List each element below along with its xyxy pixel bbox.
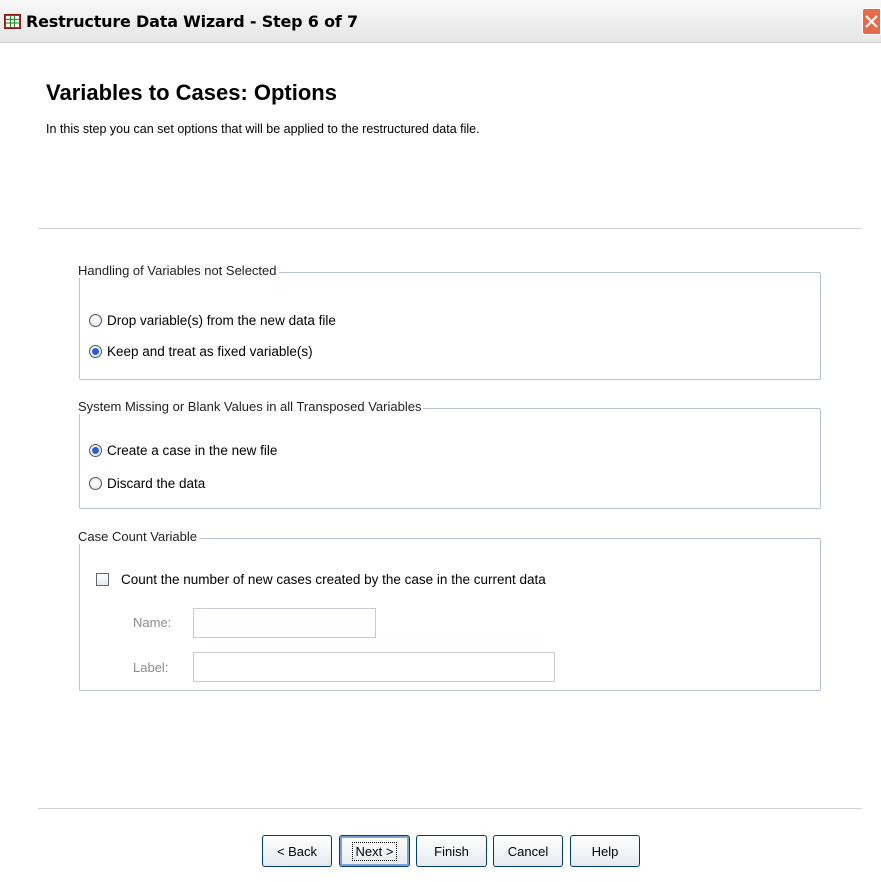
handling-group: Handling of Variables not Selected Drop … bbox=[76, 263, 821, 380]
handling-group-legend: Handling of Variables not Selected bbox=[76, 263, 279, 278]
page-title: Variables to Cases: Options bbox=[46, 80, 337, 105]
page-description: In this step you can set options that wi… bbox=[46, 122, 480, 136]
keep-fixed-radio[interactable]: Keep and treat as fixed variable(s) bbox=[89, 344, 313, 359]
label-field-label: Label: bbox=[133, 660, 169, 675]
drop-variables-label: Drop variable(s) from the new data file bbox=[107, 313, 336, 328]
grid-table-icon bbox=[4, 14, 21, 29]
window-title: Restructure Data Wizard - Step 6 of 7 bbox=[26, 12, 358, 31]
count-cases-checkbox[interactable] bbox=[96, 573, 109, 586]
name-input[interactable] bbox=[193, 608, 376, 638]
missing-values-group: System Missing or Blank Values in all Tr… bbox=[76, 399, 821, 509]
discard-data-radio[interactable]: Discard the data bbox=[89, 476, 205, 491]
next-button-label: Next > bbox=[351, 841, 398, 861]
cancel-button[interactable]: Cancel bbox=[493, 835, 563, 867]
help-button[interactable]: Help bbox=[570, 835, 640, 867]
missing-values-group-legend: System Missing or Blank Values in all Tr… bbox=[76, 399, 424, 414]
count-cases-checkbox-row[interactable]: Count the number of new cases created by… bbox=[96, 572, 546, 587]
wizard-window: Restructure Data Wizard - Step 6 of 7 Va… bbox=[0, 0, 881, 882]
radio-button-selected[interactable] bbox=[89, 444, 102, 457]
close-button[interactable] bbox=[862, 8, 881, 35]
count-cases-label: Count the number of new cases created by… bbox=[121, 572, 546, 587]
radio-button[interactable] bbox=[89, 477, 102, 490]
create-case-radio[interactable]: Create a case in the new file bbox=[89, 443, 277, 458]
radio-button[interactable] bbox=[89, 314, 102, 327]
bottom-divider bbox=[38, 808, 862, 809]
next-button[interactable]: Next > bbox=[339, 835, 410, 867]
name-field-label: Name: bbox=[133, 615, 172, 630]
discard-data-label: Discard the data bbox=[107, 476, 206, 491]
top-divider bbox=[38, 228, 862, 229]
keep-fixed-label: Keep and treat as fixed variable(s) bbox=[107, 344, 313, 359]
create-case-label: Create a case in the new file bbox=[107, 443, 278, 458]
finish-button[interactable]: Finish bbox=[416, 835, 487, 867]
radio-button-selected[interactable] bbox=[89, 345, 102, 358]
button-bar: < Back Next > Finish Cancel Help bbox=[0, 835, 881, 875]
case-count-group-legend: Case Count Variable bbox=[76, 529, 199, 544]
back-button[interactable]: < Back bbox=[262, 835, 332, 867]
case-count-group: Case Count Variable Count the number of … bbox=[76, 529, 821, 691]
label-input[interactable] bbox=[193, 652, 555, 682]
drop-variables-radio[interactable]: Drop variable(s) from the new data file bbox=[89, 313, 336, 328]
title-bar[interactable]: Restructure Data Wizard - Step 6 of 7 bbox=[0, 0, 881, 43]
